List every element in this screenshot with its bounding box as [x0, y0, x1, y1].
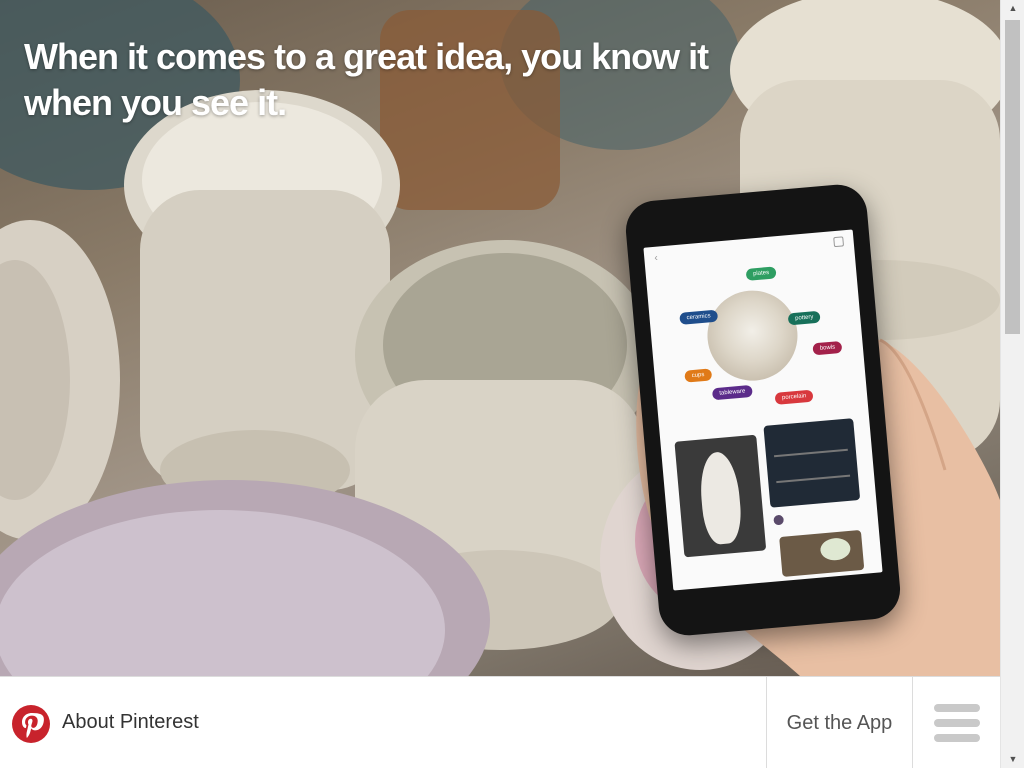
search-image-circle	[703, 286, 802, 385]
food-bowl	[819, 536, 852, 562]
phone-screen: ‹ plates ceramics pottery bowls cups tab…	[643, 229, 883, 591]
visual-search-icon	[833, 236, 845, 248]
shelf-line	[773, 448, 848, 458]
pin-avatar	[773, 514, 785, 526]
menu-bar	[933, 734, 980, 742]
scroll-up-arrow-icon[interactable]: ▲	[1001, 0, 1024, 17]
tag-cups[interactable]: cups	[684, 368, 712, 383]
menu-bar	[933, 704, 980, 712]
menu-bar	[933, 719, 980, 727]
vase-shape	[697, 450, 744, 546]
tag-tableware[interactable]: tableware	[711, 384, 753, 401]
scrollbar-thumb[interactable]	[1005, 20, 1020, 334]
tag-plates[interactable]: plates	[745, 266, 777, 281]
shelf-line	[776, 474, 851, 484]
get-the-app-button[interactable]: Get the App	[766, 677, 913, 768]
vertical-scrollbar[interactable]: ▲ ▼	[1000, 0, 1024, 768]
hero-headline: When it comes to a great idea, you know …	[24, 36, 709, 123]
tag-bowls[interactable]: bowls	[812, 340, 843, 356]
footer-bar: About Pinterest Get the App	[0, 676, 1000, 768]
tag-pottery[interactable]: pottery	[787, 310, 821, 326]
get-the-app-label: Get the App	[786, 711, 893, 734]
phone-mockup: ‹ plates ceramics pottery bowls cups tab…	[623, 182, 903, 638]
about-pinterest-link[interactable]: About Pinterest	[62, 711, 199, 734]
pin-shelf[interactable]	[763, 418, 861, 508]
pinterest-logo-icon[interactable]	[12, 705, 50, 743]
pin-food[interactable]	[779, 529, 865, 577]
hero-banner: When it comes to a great idea, you know …	[0, 0, 1000, 676]
back-arrow-icon: ‹	[653, 252, 659, 264]
scroll-down-arrow-icon[interactable]: ▼	[1001, 751, 1024, 768]
pin-vase[interactable]	[674, 434, 767, 558]
hamburger-menu-button[interactable]	[913, 677, 1000, 768]
tag-porcelain[interactable]: porcelain	[774, 389, 814, 405]
